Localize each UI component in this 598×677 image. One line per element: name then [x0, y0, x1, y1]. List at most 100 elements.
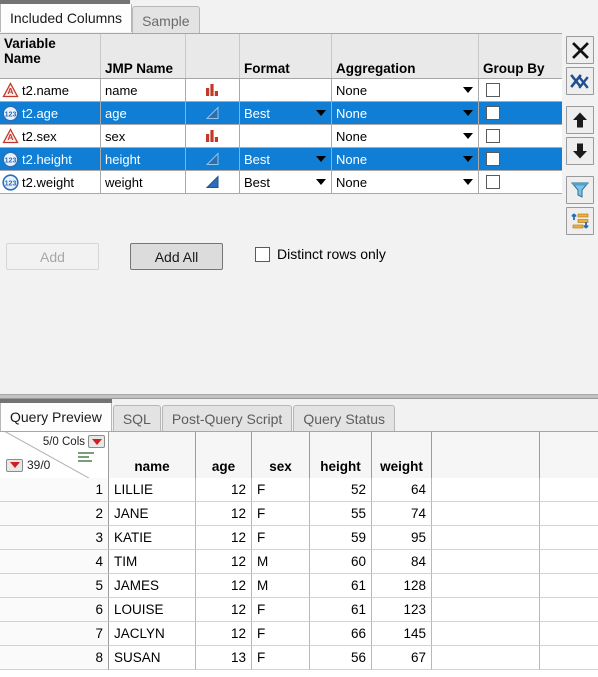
- group-by-checkbox[interactable]: [486, 83, 500, 97]
- cell-name[interactable]: JANE: [109, 502, 196, 526]
- add-all-button[interactable]: Add All: [130, 243, 223, 270]
- cell-age[interactable]: 12: [196, 622, 252, 646]
- table-row[interactable]: 6 LOUISE 12 F 61 123: [0, 598, 598, 622]
- rows-menu-triangle-icon[interactable]: [6, 458, 23, 472]
- cell-height[interactable]: 66: [310, 622, 372, 646]
- cell-empty[interactable]: [432, 598, 540, 622]
- move-down-button[interactable]: [566, 137, 594, 165]
- cell-aggregation[interactable]: None: [332, 148, 479, 171]
- cell-weight[interactable]: 145: [372, 622, 432, 646]
- cell-height[interactable]: 60: [310, 550, 372, 574]
- cell-age[interactable]: 12: [196, 574, 252, 598]
- chevron-down-icon[interactable]: [463, 156, 473, 162]
- table-row[interactable]: 1 LILLIE 12 F 52 64: [0, 478, 598, 502]
- filter-button[interactable]: [566, 176, 594, 204]
- cell-sex[interactable]: F: [252, 598, 310, 622]
- row-number-cell[interactable]: 5: [0, 574, 109, 598]
- cell-height[interactable]: 61: [310, 598, 372, 622]
- tab-sample[interactable]: Sample: [132, 6, 200, 34]
- row-number-cell[interactable]: 8: [0, 646, 109, 670]
- cell-height[interactable]: 56: [310, 646, 372, 670]
- cell-empty[interactable]: [540, 574, 598, 598]
- table-row[interactable]: 8 SUSAN 13 F 56 67: [0, 646, 598, 670]
- sort-button[interactable]: [566, 207, 594, 235]
- cell-empty[interactable]: [432, 502, 540, 526]
- cell-format[interactable]: Best: [240, 148, 332, 171]
- cell-group-by[interactable]: [479, 148, 562, 171]
- column-header-jmp-name[interactable]: JMP Name: [101, 34, 186, 78]
- preview-column-header-name[interactable]: name: [109, 432, 196, 478]
- cell-format[interactable]: [240, 125, 332, 148]
- row-number-cell[interactable]: 7: [0, 622, 109, 646]
- cell-name[interactable]: JAMES: [109, 574, 196, 598]
- cell-age[interactable]: 12: [196, 550, 252, 574]
- rows-indicator[interactable]: 39/0: [6, 458, 50, 472]
- move-up-button[interactable]: [566, 106, 594, 134]
- cell-variable-name[interactable]: 123 t2.weight: [0, 171, 101, 194]
- cell-name[interactable]: LOUISE: [109, 598, 196, 622]
- table-row[interactable]: 5 JAMES 12 M 61 128: [0, 574, 598, 598]
- cell-modeling-type[interactable]: [186, 79, 240, 102]
- group-by-checkbox[interactable]: [486, 152, 500, 166]
- cell-weight[interactable]: 67: [372, 646, 432, 670]
- cell-variable-name[interactable]: 123 t2.age: [0, 102, 101, 125]
- column-header-format[interactable]: Format: [240, 34, 332, 78]
- column-header-modeling-type[interactable]: [186, 34, 240, 78]
- cell-jmp-name[interactable]: weight: [101, 171, 186, 194]
- preview-column-header-sex[interactable]: sex: [252, 432, 310, 478]
- columns-indicator[interactable]: 5/0 Cols: [43, 435, 105, 448]
- cell-empty[interactable]: [540, 478, 598, 502]
- row-number-cell[interactable]: 6: [0, 598, 109, 622]
- cell-sex[interactable]: F: [252, 478, 310, 502]
- group-by-checkbox[interactable]: [486, 129, 500, 143]
- chevron-down-icon[interactable]: [463, 133, 473, 139]
- row-number-cell[interactable]: 3: [0, 526, 109, 550]
- cell-modeling-type[interactable]: [186, 125, 240, 148]
- cell-weight[interactable]: 95: [372, 526, 432, 550]
- distinct-rows-only-checkbox[interactable]: [255, 246, 270, 262]
- chevron-down-icon[interactable]: [463, 87, 473, 93]
- cell-name[interactable]: LILLIE: [109, 478, 196, 502]
- cell-group-by[interactable]: [479, 125, 562, 148]
- remove-all-button[interactable]: [566, 67, 594, 95]
- chevron-down-icon[interactable]: [316, 156, 326, 162]
- cell-weight[interactable]: 74: [372, 502, 432, 526]
- distinct-rows-only-control[interactable]: Distinct rows only: [255, 246, 386, 262]
- cell-age[interactable]: 12: [196, 526, 252, 550]
- columns-menu-triangle-icon[interactable]: [88, 435, 105, 448]
- cell-age[interactable]: 13: [196, 646, 252, 670]
- chevron-down-icon[interactable]: [316, 179, 326, 185]
- cell-empty[interactable]: [540, 526, 598, 550]
- column-header-aggregation[interactable]: Aggregation: [332, 34, 479, 78]
- column-grid-row[interactable]: At2.name name None: [0, 79, 562, 102]
- cell-height[interactable]: 59: [310, 526, 372, 550]
- cell-variable-name[interactable]: At2.name: [0, 79, 101, 102]
- cell-sex[interactable]: F: [252, 526, 310, 550]
- cell-aggregation[interactable]: None: [332, 79, 479, 102]
- cell-age[interactable]: 12: [196, 502, 252, 526]
- cell-jmp-name[interactable]: sex: [101, 125, 186, 148]
- preview-column-header-age[interactable]: age: [196, 432, 252, 478]
- cell-weight[interactable]: 123: [372, 598, 432, 622]
- cell-group-by[interactable]: [479, 102, 562, 125]
- cell-empty[interactable]: [540, 550, 598, 574]
- cell-empty[interactable]: [432, 622, 540, 646]
- cell-sex[interactable]: M: [252, 550, 310, 574]
- preview-column-header-weight[interactable]: weight: [372, 432, 432, 478]
- table-row[interactable]: 2 JANE 12 F 55 74: [0, 502, 598, 526]
- cell-modeling-type[interactable]: [186, 171, 240, 194]
- chevron-down-icon[interactable]: [463, 179, 473, 185]
- cell-empty[interactable]: [540, 598, 598, 622]
- table-row[interactable]: 7 JACLYN 12 F 66 145: [0, 622, 598, 646]
- row-number-cell[interactable]: 2: [0, 502, 109, 526]
- cell-group-by[interactable]: [479, 171, 562, 194]
- group-by-checkbox[interactable]: [486, 106, 500, 120]
- cell-jmp-name[interactable]: height: [101, 148, 186, 171]
- row-number-cell[interactable]: 1: [0, 478, 109, 502]
- chevron-down-icon[interactable]: [463, 110, 473, 116]
- cell-empty[interactable]: [540, 502, 598, 526]
- cell-name[interactable]: KATIE: [109, 526, 196, 550]
- cell-name[interactable]: JACLYN: [109, 622, 196, 646]
- remove-button[interactable]: [566, 36, 594, 64]
- column-grid-row[interactable]: At2.sex sex None: [0, 125, 562, 148]
